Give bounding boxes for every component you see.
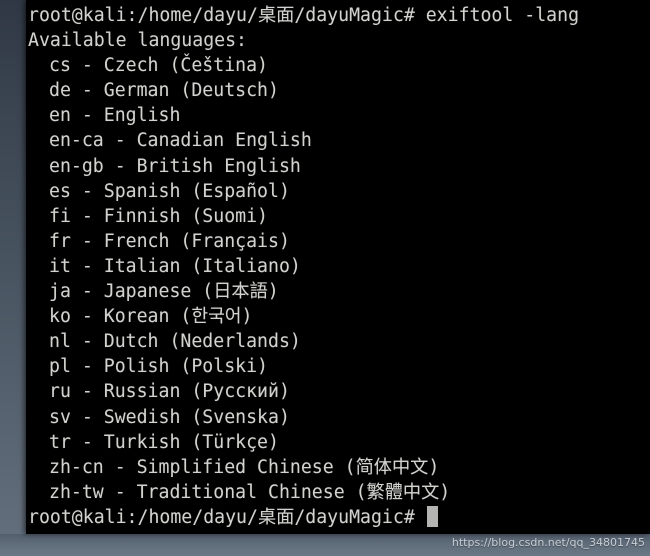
language-list-item: en - English <box>49 105 181 127</box>
language-list-item: it - Italian (Italiano) <box>49 255 301 277</box>
language-list-item: ja - Japanese (日本語) <box>49 281 279 303</box>
language-list-item: en-ca - Canadian English <box>49 130 312 152</box>
terminal-screen[interactable]: root@kali:/home/dayu/桌面/dayuMagic# exift… <box>28 3 650 534</box>
text-cursor <box>426 505 438 527</box>
language-list-item: cs - Czech (Čeština) <box>49 55 268 77</box>
shell-prompt: root@kali:/home/dayu/桌面/dayuMagic# <box>28 506 426 528</box>
language-list-item: en-gb - British English <box>49 155 301 177</box>
language-list-item: ko - Korean (한국어) <box>49 306 253 328</box>
watermark-text: https://blog.csdn.net/qq_34801745 <box>451 536 645 549</box>
language-list-item: fr - French (Français) <box>49 230 290 252</box>
language-list-item: pl - Polish (Polski) <box>49 356 268 378</box>
language-list-item: zh-cn - Simplified Chinese (简体中文) <box>49 456 440 478</box>
terminal-command-line: root@kali:/home/dayu/桌面/dayuMagic# exift… <box>28 5 580 26</box>
language-list-item: fi - Finnish (Suomi) <box>49 205 268 227</box>
terminal-output-header: Available languages: <box>28 30 247 52</box>
language-list-item: de - German (Deutsch) <box>49 80 279 102</box>
terminal-window[interactable]: root@kali:/home/dayu/桌面/dayuMagic# exift… <box>26 0 650 534</box>
language-list-item: es - Spanish (Español) <box>49 180 290 202</box>
desktop-left-shade <box>0 0 26 556</box>
language-list-item: sv - Swedish (Svenska) <box>49 406 290 428</box>
terminal-final-prompt-line[interactable]: root@kali:/home/dayu/桌面/dayuMagic# <box>28 505 650 530</box>
language-list-item: zh-tw - Traditional Chinese (繁體中文) <box>49 481 451 503</box>
language-list-item: nl - Dutch (Nederlands) <box>49 331 301 353</box>
language-list-item: ru - Russian (Русский) <box>49 381 290 403</box>
language-list-item: tr - Turkish (Türkçe) <box>49 431 279 453</box>
